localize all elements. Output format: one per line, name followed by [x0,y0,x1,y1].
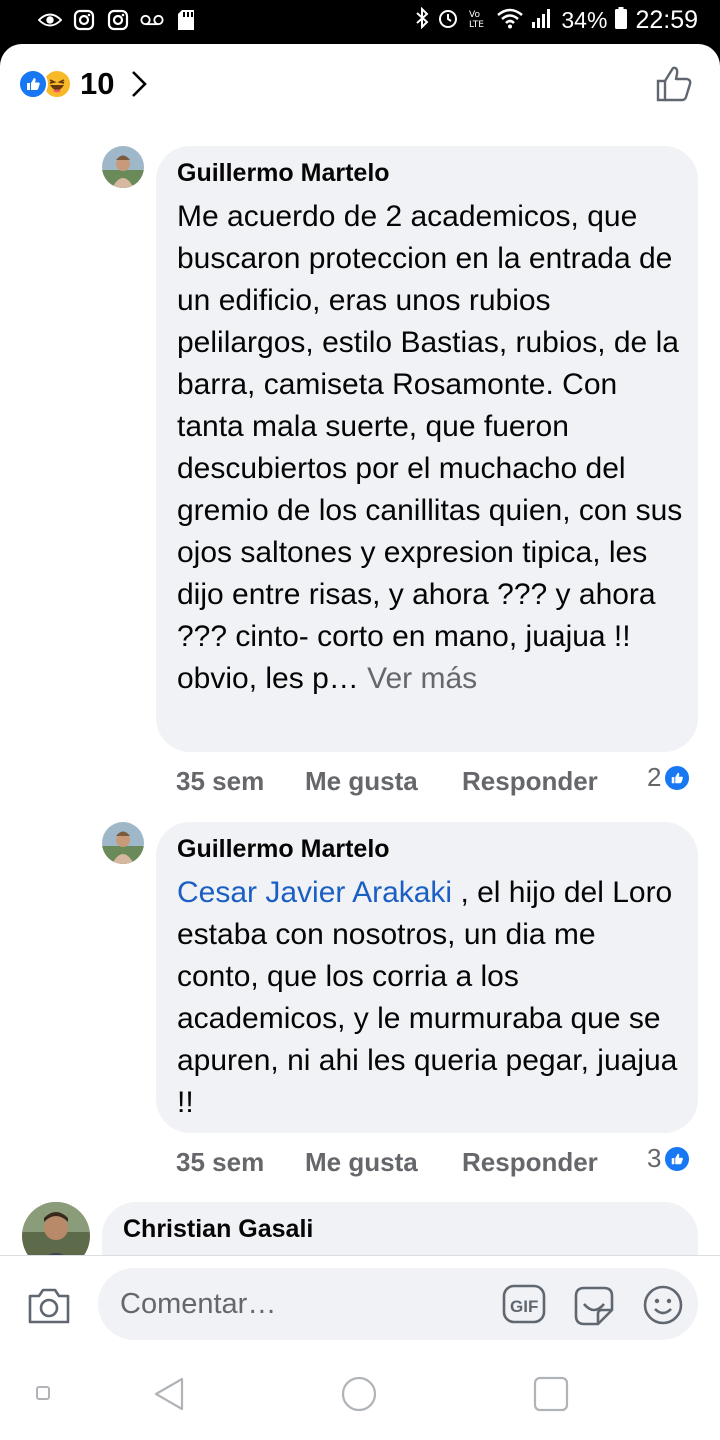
signal-icon [531,7,553,35]
sd-card-icon [174,8,198,32]
like-reaction-icon [663,763,692,792]
reaction-count: 10 [80,66,115,101]
svg-text:Vo: Vo [469,10,480,20]
comment-author[interactable]: Guillermo Martelo [177,159,390,188]
like-button[interactable]: Me gusta [305,1147,418,1178]
battery-text: 34% [561,7,608,33]
alarm-icon [437,7,459,35]
status-bar: Vo LTE 34% 22:59 [0,0,720,44]
comment-placeholder: Comentar… [120,1288,277,1320]
gif-icon[interactable]: GIF [502,1284,546,1329]
instagram-icon [106,8,130,32]
like-outline-icon[interactable] [654,64,694,109]
like-button[interactable]: Me gusta [305,766,418,797]
reply-button[interactable]: Responder [462,1147,598,1178]
like-reaction-icon [18,69,48,99]
instagram-icon [72,8,96,32]
comments-sheet: 10 Guillermo Martelo Me acuerdo de 2 aca… [0,44,720,1374]
home-button[interactable] [341,1376,377,1417]
comment-body: , el hijo del Loro estaba con nosotros, … [177,876,678,1119]
comment-author[interactable]: Christian Gasali [123,1215,313,1244]
reply-button[interactable]: Responder [462,766,598,797]
bluetooth-icon [415,6,429,35]
svg-text:LTE: LTE [469,20,484,29]
comment-reactions[interactable]: 3 [647,1143,692,1174]
clock: 22:59 [635,6,698,34]
back-button[interactable] [152,1376,186,1417]
system-nav-bar [0,1340,720,1440]
recents-button[interactable] [36,1386,50,1405]
comment-body: Me acuerdo de 2 academicos, que buscaron… [177,200,683,695]
avatar[interactable] [102,146,144,188]
comment-input[interactable]: Comentar… GIF [98,1268,698,1340]
eye-icon [38,8,62,32]
comment-text: Me acuerdo de 2 academicos, que buscaron… [177,196,685,700]
camera-icon[interactable] [26,1286,72,1331]
mention-link[interactable]: Cesar Javier Arakaki [177,876,452,909]
like-reaction-icon [663,1144,692,1173]
overview-button[interactable] [533,1376,569,1417]
reactions-summary[interactable]: 10 [18,66,148,102]
comment-time[interactable]: 35 sem [176,1147,264,1178]
battery-icon [615,6,628,35]
comment-reaction-count: 3 [647,1143,662,1173]
see-more-link[interactable]: Ver más [367,662,477,695]
comment-author[interactable]: Guillermo Martelo [177,835,390,864]
avatar[interactable] [102,822,144,864]
sticker-icon[interactable] [572,1284,616,1331]
comment-reaction-count: 2 [647,762,662,792]
volte-icon: Vo LTE [467,7,489,35]
comment-text: Cesar Javier Arakaki , el hijo del Loro … [177,872,685,1124]
svg-text:GIF: GIF [510,1297,538,1316]
comment-reactions[interactable]: 2 [647,762,692,793]
chevron-right-icon [130,69,148,99]
voicemail-icon [140,8,164,32]
comment-time[interactable]: 35 sem [176,766,264,797]
emoji-icon[interactable] [642,1284,684,1331]
wifi-icon [497,7,524,35]
